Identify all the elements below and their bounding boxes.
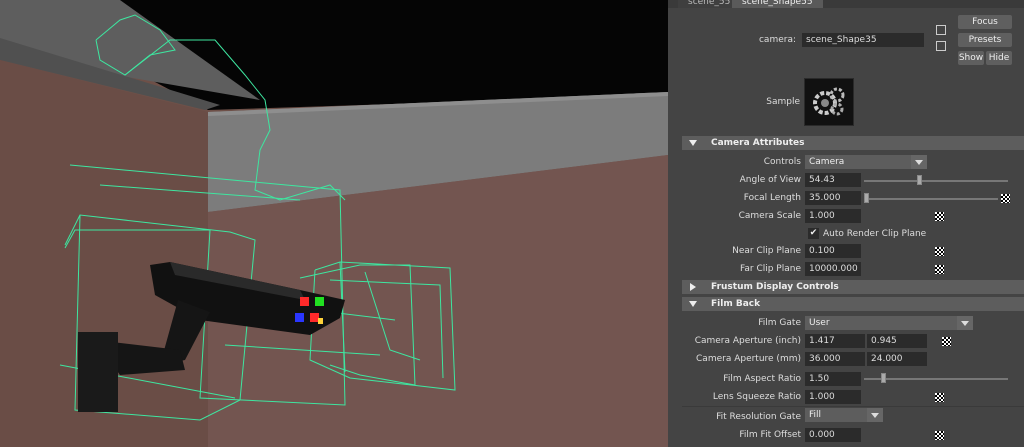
map-texture-icon[interactable] [935, 393, 944, 402]
auto-render-clip-label: Auto Render Clip Plane [823, 229, 927, 239]
camera-name-field[interactable]: scene_Shape35 [802, 33, 924, 47]
focus-button[interactable]: Focus [958, 15, 1012, 29]
angle-of-view-slider[interactable] [864, 180, 1008, 182]
presets-button[interactable]: Presets [958, 33, 1012, 47]
attribute-editor: scene_55 scene_Shape55 camera: scene_Sha… [668, 0, 1024, 447]
film-aspect-ratio-field[interactable]: 1.50 [805, 372, 861, 386]
focal-length-label: Focal Length [743, 193, 801, 203]
fit-resolution-gate-label: Fit Resolution Gate [716, 412, 801, 422]
focus-input-icon[interactable] [936, 25, 946, 35]
auto-render-clip-checkbox[interactable]: ✔ [808, 228, 819, 239]
focus-output-icon[interactable] [936, 41, 946, 51]
controls-label: Controls [763, 157, 801, 167]
section-camera-attributes[interactable]: Camera Attributes [682, 136, 1024, 150]
angle-of-view-slider-handle[interactable] [916, 175, 922, 185]
film-gate-dropdown[interactable]: User [805, 316, 973, 330]
section-title: Film Back [711, 299, 761, 309]
far-clip-plane-field[interactable]: 10000.000 [805, 262, 861, 276]
film-aspect-ratio-slider-handle[interactable] [880, 373, 886, 383]
film-fit-offset-label: Film Fit Offset [739, 430, 801, 440]
viewport-scene [0, 0, 668, 447]
camera-aperture-inch-label: Camera Aperture (inch) [694, 336, 801, 346]
chevron-down-icon [867, 408, 883, 422]
camera-scale-label: Camera Scale [738, 211, 801, 221]
focal-length-slider-handle[interactable] [864, 193, 869, 203]
section-frustum-display-controls[interactable]: Frustum Display Controls [682, 280, 1024, 294]
camera-aperture-mm-x-field[interactable]: 36.000 [805, 352, 865, 366]
focal-length-field[interactable]: 35.000 [805, 191, 861, 205]
film-gate-label: Film Gate [758, 318, 801, 328]
chevron-down-icon [911, 155, 927, 169]
film-aspect-ratio-label: Film Aspect Ratio [723, 374, 801, 384]
film-gate-value: User [809, 318, 830, 328]
map-texture-icon[interactable] [935, 212, 944, 221]
near-clip-plane-label: Near Clip Plane [732, 246, 801, 256]
camera-aperture-mm-label: Camera Aperture (mm) [696, 354, 801, 364]
near-clip-plane-field[interactable]: 0.100 [805, 244, 861, 258]
3d-viewport[interactable] [0, 0, 668, 447]
camera-scale-field[interactable]: 1.000 [805, 209, 861, 223]
map-texture-icon[interactable] [935, 265, 944, 274]
section-title: Frustum Display Controls [711, 282, 839, 292]
sample-label: Sample [766, 97, 800, 107]
lens-squeeze-ratio-label: Lens Squeeze Ratio [712, 392, 801, 402]
show-button[interactable]: Show [958, 51, 984, 65]
controls-value: Camera [809, 157, 845, 167]
section-film-back[interactable]: Film Back [682, 297, 1024, 311]
angle-of-view-field[interactable]: 54.43 [805, 173, 861, 187]
map-texture-icon[interactable] [942, 337, 951, 346]
tab-shape-node[interactable]: scene_Shape55 [732, 0, 823, 8]
section-title: Camera Attributes [711, 138, 805, 148]
film-fit-offset-field[interactable]: 0.000 [805, 428, 861, 442]
fit-resolution-gate-value: Fill [809, 410, 822, 420]
expand-triangle-icon [689, 301, 697, 307]
map-texture-icon[interactable] [935, 431, 944, 440]
camera-aperture-mm-y-field[interactable]: 24.000 [867, 352, 927, 366]
camera-label: camera: [758, 35, 796, 45]
lens-squeeze-ratio-field[interactable]: 1.000 [805, 390, 861, 404]
fit-resolution-gate-dropdown[interactable]: Fill [805, 408, 883, 422]
map-texture-icon[interactable] [1001, 194, 1010, 203]
far-clip-plane-label: Far Clip Plane [740, 264, 801, 274]
focal-length-slider[interactable] [864, 198, 998, 200]
collapse-triangle-icon [690, 283, 696, 291]
chevron-down-icon [957, 316, 973, 330]
sample-swatch[interactable] [804, 78, 854, 126]
angle-of-view-label: Angle of View [739, 175, 801, 185]
controls-dropdown[interactable]: Camera [805, 155, 927, 169]
gears-icon [813, 87, 845, 116]
hide-button[interactable]: Hide [986, 51, 1012, 65]
expand-triangle-icon [689, 140, 697, 146]
camera-aperture-inch-y-field[interactable]: 0.945 [867, 334, 927, 348]
node-tabs: scene_55 scene_Shape55 [668, 0, 1024, 8]
divider [682, 406, 1024, 407]
map-texture-icon[interactable] [935, 247, 944, 256]
camera-aperture-inch-x-field[interactable]: 1.417 [805, 334, 865, 348]
